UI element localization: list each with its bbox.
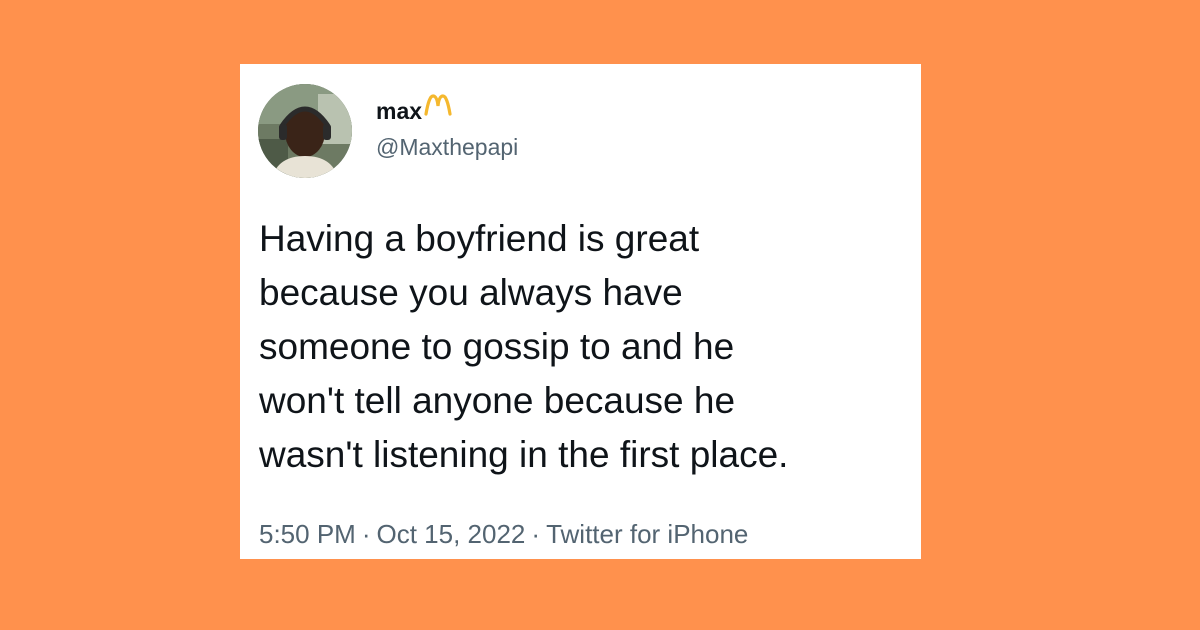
user-handle[interactable]: @Maxthepapi bbox=[376, 132, 518, 162]
profile-photo-icon bbox=[258, 84, 352, 178]
golden-arches-icon bbox=[424, 94, 452, 116]
tweet-source[interactable]: Twitter for iPhone bbox=[546, 519, 748, 549]
tweet-card: max @Maxthepapi Having a boyfriend is gr… bbox=[240, 64, 921, 559]
meta-separator: · bbox=[361, 519, 371, 549]
display-name-row[interactable]: max bbox=[376, 94, 518, 126]
tweet-time[interactable]: 5:50 PM bbox=[259, 519, 356, 549]
display-name[interactable]: max bbox=[376, 96, 422, 126]
tweet-text: Having a boyfriend is great because you … bbox=[259, 218, 789, 475]
meta-separator: · bbox=[531, 519, 541, 549]
tweet-date[interactable]: Oct 15, 2022 bbox=[377, 519, 526, 549]
author-block: max @Maxthepapi bbox=[376, 94, 518, 162]
avatar[interactable] bbox=[258, 84, 352, 178]
tweet-meta: 5:50 PM · Oct 15, 2022 · Twitter for iPhone bbox=[259, 518, 748, 550]
